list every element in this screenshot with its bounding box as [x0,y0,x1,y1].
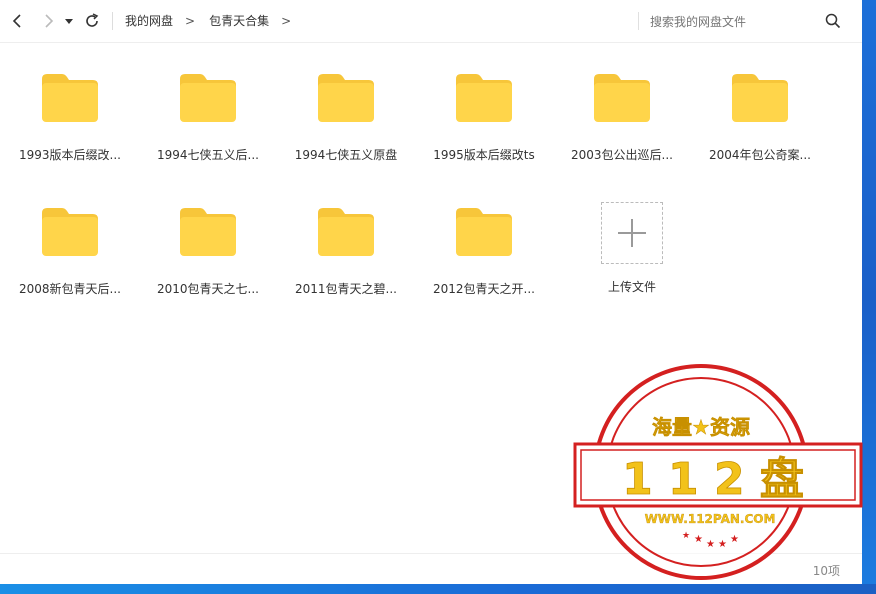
folder-item[interactable]: 2011包青天之碧... [281,207,411,317]
stamp-top-text: 海量★资源 [652,415,750,439]
refresh-button[interactable] [82,11,102,31]
folder-label: 2003包公出巡后... [571,148,673,162]
folder-icon [318,74,374,122]
folder-icon [180,208,236,256]
folder-icon [594,74,650,122]
chevron-right-icon [45,14,54,28]
folder-item[interactable]: 1995版本后缀改ts [419,73,549,183]
forward-button[interactable] [38,11,58,31]
folder-item[interactable]: 1993版本后缀改... [5,73,135,183]
stamp-main-text: 1 1 2 盘 [622,454,804,505]
folder-icon [180,74,236,122]
folder-label: 1994七侠五义后... [157,148,259,162]
breadcrumb-root[interactable]: 我的网盘 [125,12,173,30]
folder-label: 2004年包公奇案... [709,148,811,162]
star-icon: ★ [682,531,690,541]
folder-item[interactable]: 2004年包公奇案... [695,73,825,183]
folder-label: 2012包青天之开... [433,282,535,296]
stamp-url: WWW.112PAN.COM [645,512,776,526]
folder-label: 2011包青天之碧... [295,282,397,296]
folder-item[interactable]: 2008新包青天后... [5,207,135,317]
folder-item[interactable]: 1994七侠五义后... [143,73,273,183]
folder-icon [318,208,374,256]
breadcrumb: 我的网盘 > 包青天合集 > [112,12,305,30]
folder-label: 1995版本后缀改ts [433,148,535,162]
star-icon: ★ [706,539,715,550]
toolbar: 我的网盘 > 包青天合集 > [0,0,862,43]
folder-item[interactable]: 2012包青天之开... [419,207,549,317]
folder-icon [732,74,788,122]
search-icon[interactable] [824,12,842,30]
folder-icon [456,74,512,122]
folder-icon [456,208,512,256]
back-button[interactable] [8,11,28,31]
history-dropdown[interactable] [62,11,76,31]
breadcrumb-separator: > [281,14,292,28]
breadcrumb-separator: > [185,14,196,28]
folder-item[interactable]: 1994七侠五义原盘 [281,73,411,183]
folder-item[interactable]: 2003包公出巡后... [557,73,687,183]
refresh-icon [86,13,99,27]
star-icon: ★ [718,539,727,550]
caret-down-icon [65,19,73,24]
add-icon [601,202,663,264]
folder-item[interactable]: 2010包青天之七... [143,207,273,317]
star-icon: ★ [694,534,703,545]
star-icon: ★ [730,534,739,545]
folder-label: 2008新包青天后... [19,282,121,296]
chevron-left-icon [12,14,21,28]
folder-label: 1993版本后缀改... [19,148,121,162]
folder-icon [42,208,98,256]
breadcrumb-current[interactable]: 包青天合集 [209,12,269,30]
folder-label: 1994七侠五义原盘 [294,148,398,162]
watermark-stamp: 海量★资源 1 1 2 盘 WWW.112PAN.COM ★ ★ ★ ★ ★ [573,364,863,580]
folder-label: 2010包青天之七... [157,282,259,296]
folder-icon [42,74,98,122]
search-divider [638,12,639,30]
upload-label: 上传文件 [607,280,656,294]
search-input[interactable] [648,10,822,34]
upload-file-tile[interactable]: 上传文件 [567,202,697,318]
desktop-background [862,0,876,594]
